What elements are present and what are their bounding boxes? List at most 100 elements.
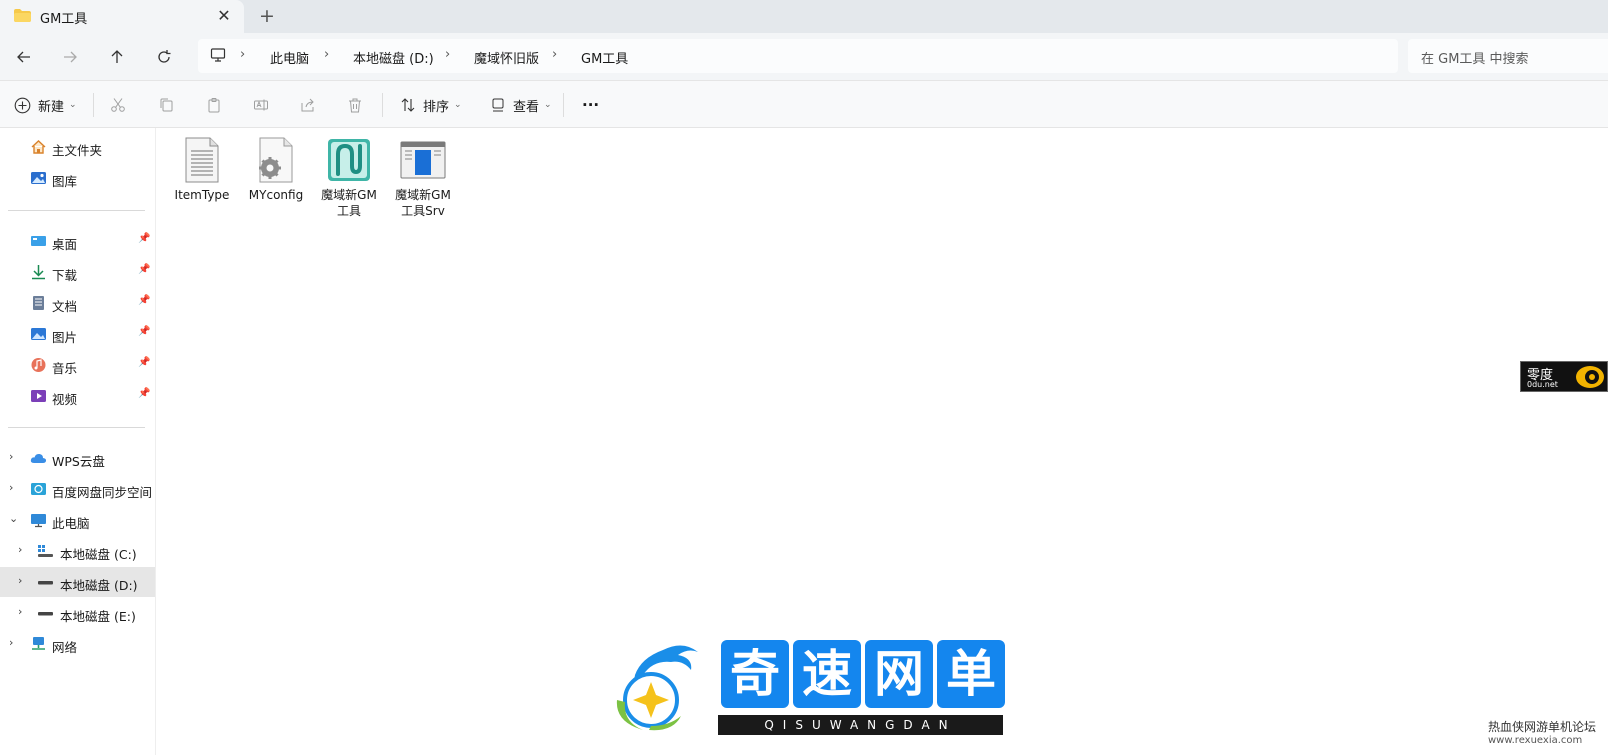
chevron-right-icon[interactable]: ›	[9, 636, 13, 649]
sidebar-item-videos[interactable]: 视频 📌	[0, 381, 155, 411]
breadcrumb-this-pc[interactable]: 此电脑	[270, 48, 309, 67]
pin-icon: 📌	[138, 357, 151, 368]
divider	[8, 427, 145, 428]
share-button[interactable]	[300, 93, 316, 117]
sort-icon	[401, 98, 415, 112]
sidebar-item-wps-cloud[interactable]: › WPS云盘	[0, 443, 155, 473]
picture-icon	[31, 328, 46, 340]
search-input[interactable]: 在 GM工具 中搜索	[1408, 39, 1608, 73]
chevron-down-icon: ⌄	[69, 100, 77, 110]
sidebar-item-gallery[interactable]: 图库	[0, 163, 155, 193]
delete-button[interactable]	[347, 93, 363, 117]
file-item-gm-tool-srv[interactable]: 魔域新GM 工具Srv	[386, 136, 460, 226]
back-button[interactable]	[10, 43, 38, 71]
sidebar-item-documents[interactable]: 文档 📌	[0, 288, 155, 318]
chevron-right-icon: ›	[324, 47, 330, 62]
settings-file-icon	[259, 137, 293, 183]
sidebar-item-drive-d[interactable]: › 本地磁盘 (D:)	[0, 567, 155, 597]
gallery-icon	[31, 172, 46, 184]
sidebar-item-home[interactable]: 主文件夹	[0, 132, 155, 162]
computer-icon	[210, 48, 226, 62]
sort-button[interactable]: 排序 ⌄	[400, 93, 462, 117]
file-item-myconfig[interactable]: MYconfig	[239, 136, 313, 226]
watermark-badge: 零度 0du.net	[1520, 361, 1608, 392]
file-name: MYconfig	[248, 188, 304, 202]
corner-url: www.rexuexia.com	[1488, 735, 1583, 746]
trash-icon	[349, 98, 361, 113]
sidebar-item-music[interactable]: 音乐 📌	[0, 350, 155, 380]
sidebar-item-label: 主文件夹	[52, 143, 103, 158]
sidebar-item-drive-e[interactable]: › 本地磁盘 (E:)	[0, 598, 155, 628]
chevron-right-icon: ›	[552, 47, 558, 62]
file-explorer-window: GM工具 ✕ + › 此电脑 › 本地磁盘 (D:) › 魔域怀旧版 › GM工…	[0, 0, 1608, 755]
video-icon	[31, 390, 46, 402]
sidebar-item-label: 本地磁盘 (E:)	[60, 609, 136, 624]
forward-button[interactable]	[56, 43, 84, 71]
sidebar-item-label: 此电脑	[52, 516, 90, 531]
cut-button[interactable]	[110, 93, 126, 117]
view-button[interactable]: 查看 ⌄	[490, 93, 552, 117]
tab-title: GM工具	[40, 12, 88, 27]
file-item-gm-tool-exe[interactable]: 魔域新GM 工具	[312, 136, 386, 226]
chevron-right-icon[interactable]: ›	[18, 574, 22, 587]
sidebar-item-label: 音乐	[52, 361, 78, 376]
drive-icon	[38, 612, 53, 616]
watermark-corner: 热血侠网游单机论坛 www.rexuexia.com	[1488, 720, 1596, 748]
sidebar-item-label: 图库	[52, 174, 78, 189]
eye-logo-icon	[1576, 366, 1604, 388]
sidebar-item-network[interactable]: › 网络	[0, 629, 155, 659]
pin-icon: 📌	[138, 326, 151, 337]
refresh-icon	[158, 50, 171, 63]
breadcrumb-drive-d[interactable]: 本地磁盘 (D:)	[353, 48, 434, 67]
refresh-button[interactable]	[150, 43, 178, 71]
close-tab-icon[interactable]: ✕	[213, 5, 235, 27]
share-icon	[301, 98, 314, 112]
more-options-button[interactable]: ···	[582, 93, 599, 117]
chevron-right-icon[interactable]: ›	[9, 481, 13, 494]
breadcrumb-mo-yu[interactable]: 魔域怀旧版	[474, 48, 539, 67]
sidebar-item-pictures[interactable]: 图片 📌	[0, 319, 155, 349]
chevron-right-icon: ›	[445, 47, 451, 62]
chevron-right-icon[interactable]: ›	[18, 605, 22, 618]
pin-icon: 📌	[138, 264, 151, 275]
sidebar-item-downloads[interactable]: 下载 📌	[0, 257, 155, 287]
new-button[interactable]: 新建 ⌄	[14, 93, 77, 117]
chevron-right-icon[interactable]: ›	[18, 543, 22, 556]
sidebar-item-desktop[interactable]: 桌面 📌	[0, 226, 155, 256]
folder-icon	[14, 9, 31, 22]
brand-char: 奇	[721, 640, 789, 708]
sidebar-item-this-pc[interactable]: ⌄ 此电脑	[0, 505, 155, 535]
scissors-icon	[111, 98, 125, 112]
tab-gm-tools[interactable]: GM工具 ✕	[0, 0, 244, 33]
file-name-line2: 工具	[336, 204, 361, 218]
download-icon	[32, 265, 45, 280]
file-name: 魔域新GM	[395, 188, 451, 202]
chevron-down-icon[interactable]: ⌄	[9, 512, 18, 525]
divider	[8, 210, 145, 211]
windows-drive-icon	[38, 545, 53, 557]
copy-button[interactable]	[158, 93, 174, 117]
pin-icon: 📌	[138, 388, 151, 399]
dragon-logo-icon	[616, 645, 698, 731]
navigation-bar: › 此电脑 › 本地磁盘 (D:) › 魔域怀旧版 › GM工具 在 GM工具 …	[0, 33, 1608, 80]
document-icon	[33, 296, 44, 310]
sidebar-item-baidu-sync[interactable]: › 百度网盘同步空间	[0, 474, 155, 504]
breadcrumb-gm-tools[interactable]: GM工具	[581, 48, 628, 67]
chevron-right-icon: ›	[240, 47, 246, 62]
chevron-down-icon: ⌄	[454, 100, 462, 110]
network-icon	[32, 637, 45, 650]
sidebar-item-drive-c[interactable]: › 本地磁盘 (C:)	[0, 536, 155, 566]
rename-button[interactable]	[253, 93, 269, 117]
address-bar[interactable]: › 此电脑 › 本地磁盘 (D:) › 魔域怀旧版 › GM工具	[198, 39, 1398, 73]
new-tab-button[interactable]: +	[256, 5, 278, 27]
paste-button[interactable]	[206, 93, 222, 117]
file-name: ItemType	[174, 188, 230, 202]
sidebar-item-label: 桌面	[52, 237, 78, 252]
chevron-right-icon[interactable]: ›	[9, 450, 13, 463]
file-item-itemtype[interactable]: ItemType	[165, 136, 239, 226]
sidebar-item-label: 文档	[52, 299, 78, 314]
navigation-pane: 主文件夹 图库 桌面 📌 下载 📌 文档 📌 图片 📌 音乐 📌 视频 📌 › …	[0, 128, 156, 755]
up-button[interactable]	[103, 43, 131, 71]
view-icon	[492, 98, 504, 112]
music-icon	[31, 358, 46, 372]
